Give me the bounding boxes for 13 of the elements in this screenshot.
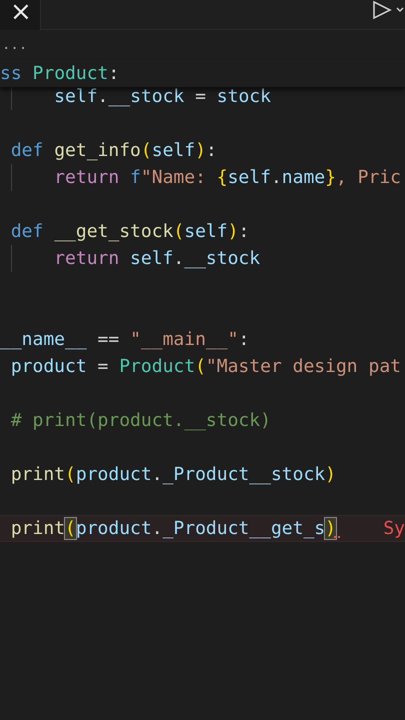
close-button[interactable]: × [0,0,40,30]
code-line: def __get_stock(self): [10,220,250,244]
code-line: product = Product("Master design pat [10,355,401,379]
code-line: __name__ == "__main__": [0,328,250,352]
code-line: return f"Name: {self.name}, Pric [53,166,402,190]
code-line: return self.__stock [53,247,260,271]
code-line: print(product._Product__stock) [10,463,336,487]
run-icon[interactable] [371,0,405,20]
code-line: self.__stock = stock [53,85,271,109]
breadcrumb[interactable]: ... [2,37,28,53]
code-line: # print(product.__stock) [10,409,271,433]
code-line: def get_info(self): [10,139,217,163]
error-hint: Sy [383,517,405,541]
